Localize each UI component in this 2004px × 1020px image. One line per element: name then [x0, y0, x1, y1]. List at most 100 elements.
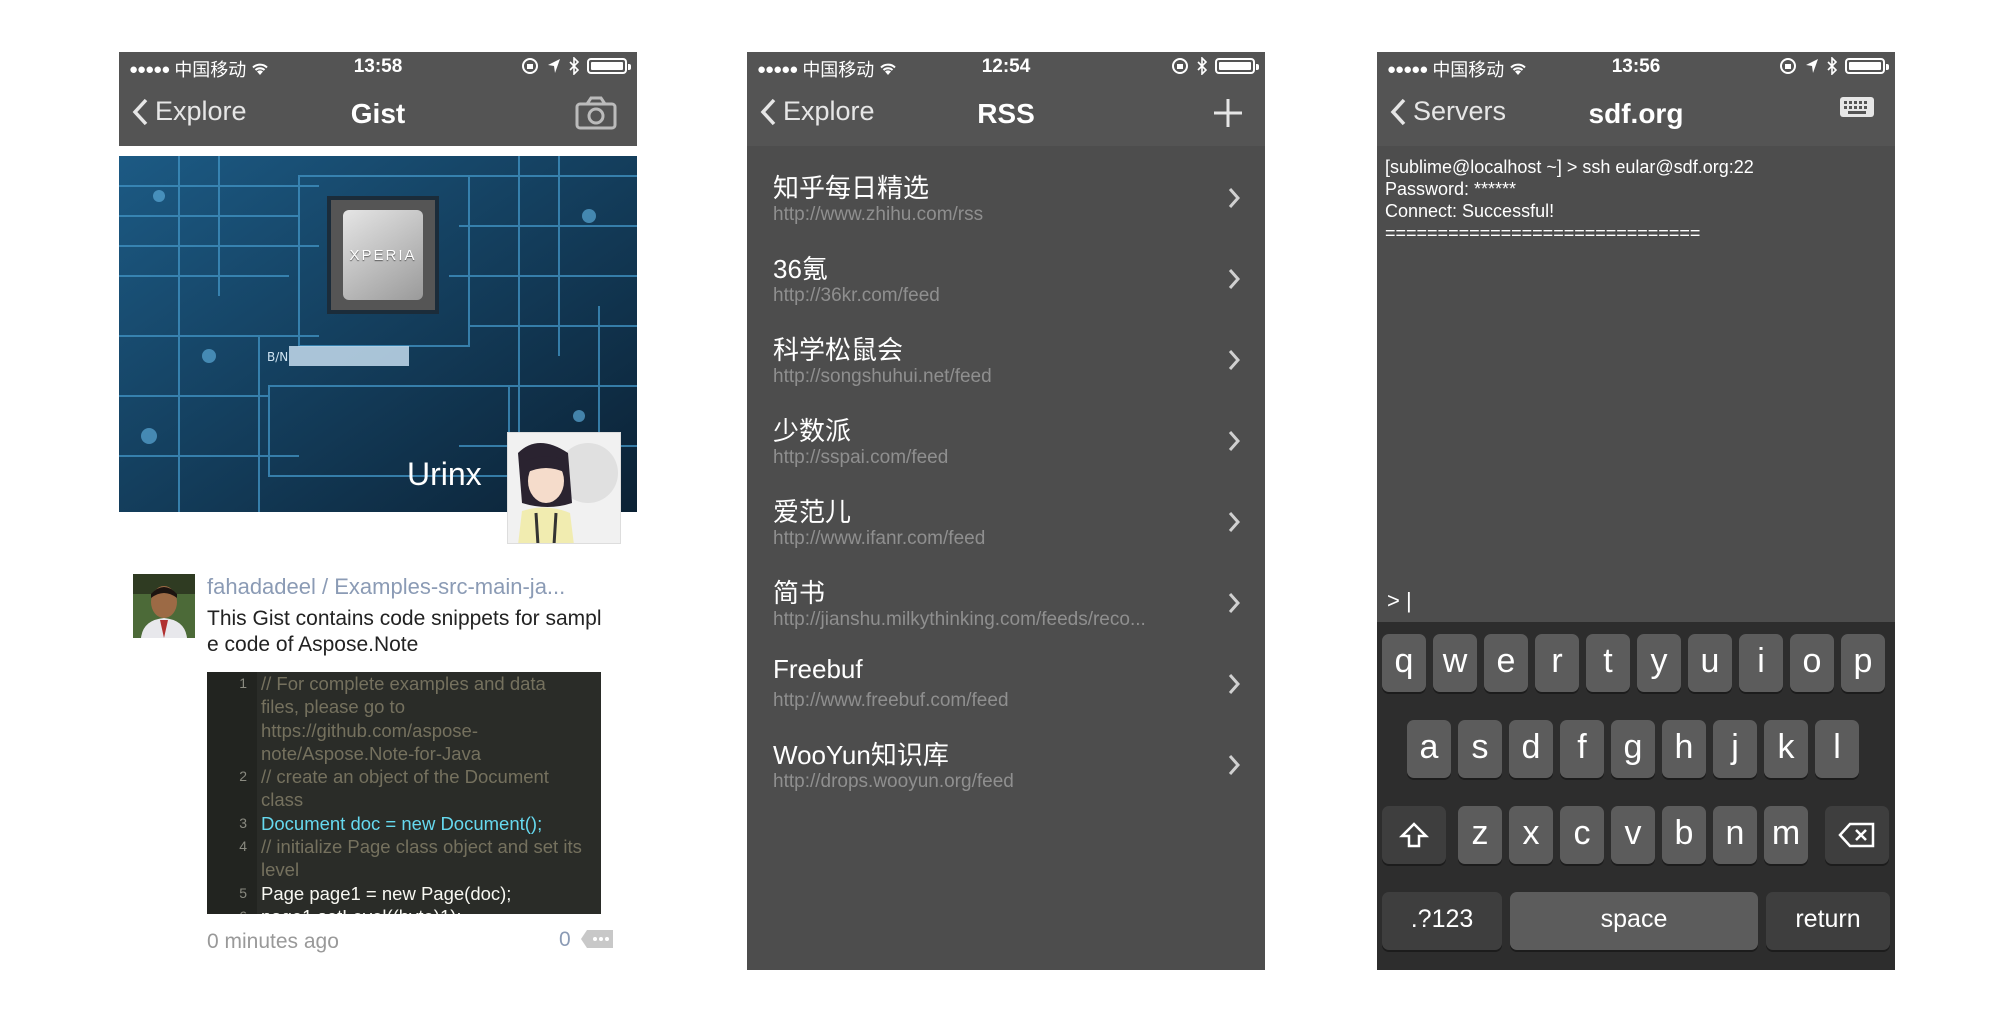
key-i[interactable]: i — [1739, 634, 1783, 692]
page-title: Gist — [350, 98, 406, 129]
camera-button[interactable] — [575, 96, 617, 135]
code-text: // initialize Page class object and set … — [261, 836, 582, 881]
code-text: Document doc = new Document(); — [261, 812, 543, 834]
rss-feed-item[interactable]: 科学松鼠会 http://songshuhui.net/feed — [747, 318, 1265, 399]
key-u[interactable]: u — [1688, 634, 1732, 692]
rss-feed-item[interactable]: 36氪 http://36kr.com/feed — [747, 237, 1265, 318]
chevron-right-icon — [1228, 269, 1241, 289]
comment-count: 0 — [559, 928, 571, 951]
chevron-right-icon — [1228, 512, 1241, 532]
key-j[interactable]: j — [1713, 720, 1757, 778]
gist-timestamp: 0 minutes ago — [207, 930, 339, 953]
key-w[interactable]: w — [1433, 634, 1477, 692]
key-z[interactable]: z — [1458, 806, 1502, 864]
terminal-prompt[interactable]: > | — [1387, 588, 1412, 614]
rss-feed-list: 知乎每日精选 http://www.zhihu.com/rss 36氪 http… — [747, 156, 1265, 804]
feed-title: WooYun知识库 — [773, 740, 949, 770]
key-g[interactable]: g — [1611, 720, 1655, 778]
feed-title: Freebuf — [773, 654, 863, 684]
rss-feed-item[interactable]: 简书 http://jianshu.milkythinking.com/feed… — [747, 561, 1265, 642]
line-number: 4 — [239, 838, 247, 855]
line-number: 6 — [207, 905, 257, 914]
bluetooth-icon — [569, 57, 579, 75]
nav-bar: Explore RSS — [747, 82, 1265, 146]
rss-feed-item[interactable]: 知乎每日精选 http://www.zhihu.com/rss — [747, 156, 1265, 237]
bluetooth-icon — [1827, 57, 1837, 75]
feed-title: 少数派 — [773, 416, 852, 446]
numbers-key[interactable]: .?123 — [1382, 892, 1502, 950]
line-number: 1 — [239, 675, 247, 691]
delete-key[interactable] — [1825, 806, 1889, 864]
profile-avatar[interactable] — [507, 432, 621, 544]
feed-url: http://songshuhui.net/feed — [773, 366, 992, 387]
profile-username: Urinx — [407, 456, 482, 492]
space-key[interactable]: space — [1510, 892, 1758, 950]
nav-bar: Explore Gist — [119, 82, 637, 146]
rss-feed-item[interactable]: Freebuf http://www.freebuf.com/feed — [747, 642, 1265, 723]
gist-repo-link[interactable]: fahadadeel / Examples-src-main-ja... — [207, 574, 565, 600]
key-l[interactable]: l — [1815, 720, 1859, 778]
terminal-output: [sublime@localhost ~] > ssh eular@sdf.or… — [1385, 156, 1754, 244]
code-preview[interactable]: 1 // For complete examples and data files… — [207, 672, 601, 914]
key-p[interactable]: p — [1841, 634, 1885, 692]
key-b[interactable]: b — [1662, 806, 1706, 864]
key-e[interactable]: e — [1484, 634, 1528, 692]
code-text: // create an object of the Document clas… — [261, 766, 549, 811]
shift-key[interactable] — [1382, 806, 1446, 864]
key-t[interactable]: t — [1586, 634, 1630, 692]
comments-button[interactable]: 0 — [559, 928, 615, 952]
rotation-lock-icon — [1780, 58, 1796, 74]
status-bar: ●●●●● 中国移动 12:54 — [747, 52, 1265, 82]
key-y[interactable]: y — [1637, 634, 1681, 692]
page-title: sdf.org — [1588, 98, 1684, 129]
key-s[interactable]: s — [1458, 720, 1502, 778]
feed-title: 爱范儿 — [773, 497, 852, 527]
code-text: page1.setLevel((byte)1); — [257, 905, 587, 914]
plus-icon — [1214, 99, 1242, 127]
code-text: // For complete examples and data files,… — [261, 673, 546, 764]
shift-arrow-icon — [1398, 822, 1430, 848]
chevron-right-icon — [1228, 188, 1241, 208]
key-d[interactable]: d — [1509, 720, 1553, 778]
feed-title: 知乎每日精选 — [773, 173, 930, 203]
key-n[interactable]: n — [1713, 806, 1757, 864]
feed-url: http://jianshu.milkythinking.com/feeds/r… — [773, 609, 1146, 630]
feed-url: http://36kr.com/feed — [773, 285, 940, 306]
key-h[interactable]: h — [1662, 720, 1706, 778]
add-feed-button[interactable] — [1211, 96, 1245, 135]
rss-feed-item[interactable]: WooYun知识库 http://drops.wooyun.org/feed — [747, 723, 1265, 804]
chevron-right-icon — [1228, 674, 1241, 694]
gist-screen: ●●●●● 中国移动 13:58 Explore Gist B/N XPERIA… — [119, 52, 637, 970]
key-k[interactable]: k — [1764, 720, 1808, 778]
terminal-line: Password: ****** — [1385, 179, 1517, 199]
chevron-right-icon — [1228, 755, 1241, 775]
key-q[interactable]: q — [1382, 634, 1426, 692]
line-number: 5 — [239, 884, 247, 901]
location-icon — [1806, 59, 1818, 73]
battery-icon — [587, 58, 631, 74]
key-r[interactable]: r — [1535, 634, 1579, 692]
key-a[interactable]: a — [1407, 720, 1451, 778]
chevron-right-icon — [1228, 431, 1241, 451]
key-m[interactable]: m — [1764, 806, 1808, 864]
key-v[interactable]: v — [1611, 806, 1655, 864]
svg-text:B/N: B/N — [267, 350, 288, 364]
rotation-lock-icon — [1172, 58, 1188, 74]
rss-feed-item[interactable]: 爱范儿 http://www.ifanr.com/feed — [747, 480, 1265, 561]
page-title: RSS — [977, 98, 1035, 129]
author-avatar[interactable] — [133, 574, 195, 638]
ssh-terminal-screen: ●●●●● 中国移动 13:56 Servers sdf.org [sublim… — [1377, 52, 1895, 970]
rss-feed-item[interactable]: 少数派 http://sspai.com/feed — [747, 399, 1265, 480]
status-bar: ●●●●● 中国移动 13:58 — [119, 52, 637, 82]
keyboard-toggle-button[interactable] — [1839, 96, 1875, 127]
return-key[interactable]: return — [1766, 892, 1890, 950]
chevron-right-icon — [1228, 350, 1241, 370]
key-x[interactable]: x — [1509, 806, 1553, 864]
key-f[interactable]: f — [1560, 720, 1604, 778]
feed-url: http://www.ifanr.com/feed — [773, 528, 986, 549]
processor-chip-image: XPERIA — [327, 196, 439, 314]
key-c[interactable]: c — [1560, 806, 1604, 864]
keyboard-icon — [1840, 97, 1874, 117]
gist-description: This Gist contains code snippets for sam… — [207, 607, 602, 656]
key-o[interactable]: o — [1790, 634, 1834, 692]
